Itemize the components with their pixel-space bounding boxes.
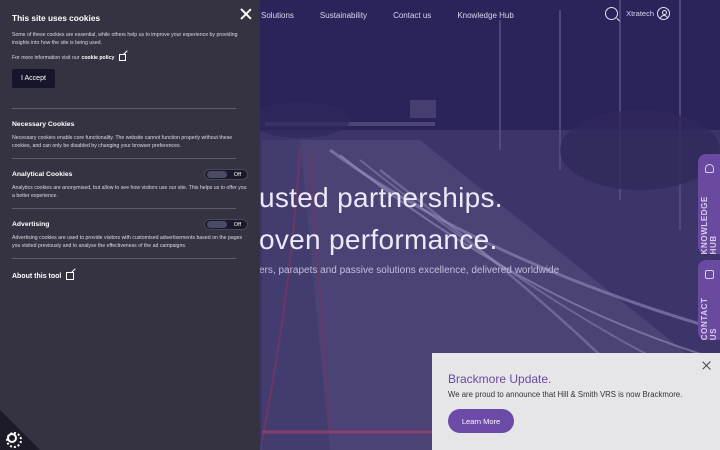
cookie-panel-title: This site uses cookies	[12, 13, 101, 23]
popup-text: We are proud to announce that Hill & Smi…	[448, 390, 683, 399]
hero-headline-line1: usted partnerships.	[259, 182, 503, 213]
hero-headline-line2: oven performance.	[259, 224, 498, 255]
cookie-policy-prefix: For more information visit our	[12, 54, 80, 61]
user-label[interactable]: Xtratech	[626, 9, 654, 18]
knowledge-hub-tab[interactable]: KNOWLEDGE HUB	[698, 154, 720, 254]
book-icon	[704, 164, 714, 173]
mail-icon	[704, 270, 714, 279]
cookie-panel-intro: Some of these cookies are essential, whi…	[12, 32, 238, 46]
toggle-knob	[207, 221, 227, 228]
advertising-cookies-toggle[interactable]: Off	[204, 219, 248, 230]
popup-title: Brackmore Update.	[448, 372, 552, 386]
cookie-policy-line: For more information visit our cookie po…	[12, 54, 248, 61]
about-this-tool-link[interactable]: About this tool	[12, 272, 248, 280]
accept-button[interactable]: I Accept	[12, 69, 55, 88]
divider	[12, 208, 236, 209]
analytical-cookies-toggle[interactable]: Off	[204, 169, 248, 180]
learn-more-button[interactable]: Learn More	[448, 409, 514, 433]
about-this-tool-label: About this tool	[12, 272, 62, 280]
user-account-icon[interactable]	[657, 7, 670, 20]
close-icon[interactable]	[240, 8, 252, 20]
contact-us-tab[interactable]: CONTACT US	[698, 260, 720, 340]
close-icon[interactable]	[702, 361, 712, 371]
nav-link-sustainability[interactable]: Sustainability	[320, 11, 367, 20]
necessary-cookies-text: Necessary cookies enable core functional…	[12, 135, 233, 149]
toggle-state: Off	[233, 171, 241, 178]
announcement-popup: Brackmore Update. We are proud to announ…	[432, 353, 720, 450]
contact-us-tab-label: CONTACT US	[700, 297, 718, 340]
external-link-icon[interactable]	[119, 54, 127, 61]
analytical-cookies-section: Analytical Cookies Off Analytics cookies…	[12, 169, 248, 200]
gear-icon[interactable]	[6, 432, 22, 448]
toggle-state: Off	[233, 221, 241, 228]
nav-link-solutions[interactable]: Solutions	[261, 11, 294, 20]
search-icon[interactable]	[605, 7, 619, 20]
analytical-cookies-text: Analytics cookies are anonymised, but al…	[12, 185, 247, 199]
cookie-policy-link[interactable]: cookie policy	[81, 55, 114, 61]
knowledge-hub-tab-label: KNOWLEDGE HUB	[700, 195, 718, 254]
divider	[12, 258, 236, 259]
external-link-icon	[66, 272, 75, 280]
divider	[12, 158, 236, 159]
top-nav: Solutions Sustainability Contact us Know…	[260, 0, 720, 30]
advertising-cookies-section: Advertising Off Advertising cookies are …	[12, 219, 248, 250]
hero-subline: ers, parapets and passive solutions exce…	[259, 265, 560, 276]
nav-link-contact[interactable]: Contact us	[393, 11, 431, 20]
necessary-cookies-title: Necessary Cookies	[12, 121, 75, 128]
necessary-cookies-section: Necessary Cookies Necessary cookies enab…	[12, 121, 248, 150]
toggle-knob	[207, 171, 227, 178]
advertising-cookies-text: Advertising cookies are used to provide …	[12, 235, 243, 249]
divider	[12, 108, 236, 109]
cookie-consent-panel: This site uses cookies Some of these coo…	[0, 0, 260, 450]
nav-link-knowledge-hub[interactable]: Knowledge Hub	[457, 11, 513, 20]
nav-utilities: Xtratech	[605, 7, 670, 20]
